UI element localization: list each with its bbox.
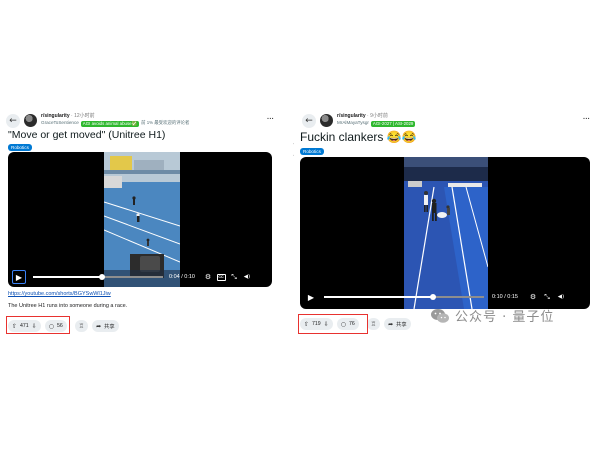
- stat-flair: 前 1% 最受欢迎的评论者: [141, 120, 190, 126]
- post-title: "Move or get moved" (Unitree H1): [8, 129, 166, 141]
- cc-icon[interactable]: CC: [216, 273, 226, 281]
- progress-bar[interactable]: [324, 294, 484, 300]
- post-meta: r/singularity · 12小时前 GraceToSentience A…: [41, 114, 189, 127]
- video-player[interactable]: ▶ 0:10 / 0:15 ⚙ ⤡ ◀): [300, 157, 590, 309]
- expand-icon[interactable]: ⤡: [542, 293, 552, 302]
- flair-tag[interactable]: Robotics: [300, 148, 324, 155]
- post-header: ← r/singularity · 12小时前 GraceToSentience…: [6, 114, 189, 128]
- flair-tag[interactable]: Robotics: [8, 144, 32, 151]
- post-header: ← r/singularity · 9小时前 MrAlMayaTysgr AGI…: [302, 113, 416, 128]
- left-post-card: ← r/singularity · 12小时前 GraceToSentience…: [4, 110, 280, 342]
- youtube-link[interactable]: https://youtube.com/shorts/BGYSwWl1Jiw: [8, 291, 111, 297]
- post-time: 9小时前: [370, 113, 388, 119]
- right-post-card: ← r/singularity · 9小时前 MrAlMayaTysgr AGI…: [294, 108, 594, 338]
- progress-fill: [324, 296, 432, 298]
- progress-bar[interactable]: [33, 274, 163, 280]
- post-meta: r/singularity · 9小时前 MrAlMayaTysgr AGI-2…: [337, 113, 416, 127]
- subreddit-link[interactable]: r/singularity: [337, 113, 366, 119]
- share-label: 共享: [104, 323, 115, 330]
- share-icon: ➦: [388, 320, 394, 328]
- post-title: Fuckin clankers 😂😂: [300, 130, 417, 144]
- gear-icon[interactable]: ⚙: [203, 273, 213, 281]
- avatar[interactable]: [320, 114, 333, 127]
- highlight-box: [6, 316, 70, 334]
- video-player[interactable]: ▶ 0:04 / 0:10 ⚙ CC ⤡ ◀): [8, 152, 272, 287]
- author-flair: AGI-2027 | ASI-2029: [370, 120, 416, 127]
- video-controls: ▶ 0:04 / 0:10 ⚙ CC ⤡ ◀): [8, 267, 272, 287]
- post-time: 12小时前: [74, 113, 95, 119]
- arrow-left-icon[interactable]: ←: [302, 114, 316, 128]
- play-icon[interactable]: ▶: [304, 290, 318, 304]
- play-icon[interactable]: ▶: [12, 270, 26, 284]
- gear-icon[interactable]: ⚙: [528, 293, 538, 301]
- author-link[interactable]: GraceToSentience: [41, 121, 79, 126]
- post-description: The Unitree H1 runs into someone during …: [8, 303, 128, 309]
- watermark: 公众号 · 量子位: [430, 306, 554, 325]
- share-button[interactable]: ➦ 共享: [92, 320, 119, 332]
- award-icon: ♖: [370, 320, 377, 328]
- expand-icon[interactable]: ⤡: [229, 273, 239, 282]
- scrub-handle[interactable]: [429, 294, 436, 300]
- volume-icon[interactable]: ◀): [242, 274, 252, 280]
- award-button[interactable]: ♖: [366, 318, 381, 330]
- timecode: 0:04 / 0:10: [169, 274, 195, 280]
- timecode: 0:10 / 0:15: [492, 294, 518, 300]
- award-icon: ♖: [78, 322, 85, 330]
- wechat-logo-icon: [430, 308, 450, 324]
- scrub-handle[interactable]: [99, 274, 106, 280]
- author-flair: AGI avoids animal abuse✅: [80, 120, 140, 127]
- author-link[interactable]: MrAlMayaTysgr: [337, 121, 369, 126]
- avatar[interactable]: [24, 114, 37, 127]
- subreddit-link[interactable]: r/singularity: [41, 113, 70, 119]
- more-horizontal-icon[interactable]: ···: [267, 116, 274, 123]
- more-horizontal-icon[interactable]: ···: [583, 116, 590, 123]
- award-button[interactable]: ♖: [74, 320, 89, 332]
- arrow-left-icon[interactable]: ←: [6, 114, 20, 128]
- watermark-text: 公众号 · 量子位: [455, 310, 555, 325]
- highlight-box: [298, 314, 368, 334]
- progress-fill: [33, 276, 101, 278]
- volume-icon[interactable]: ◀): [556, 294, 566, 300]
- share-button[interactable]: ➦ 共享: [384, 318, 411, 330]
- share-label: 共享: [396, 321, 407, 328]
- share-icon: ➦: [96, 322, 102, 330]
